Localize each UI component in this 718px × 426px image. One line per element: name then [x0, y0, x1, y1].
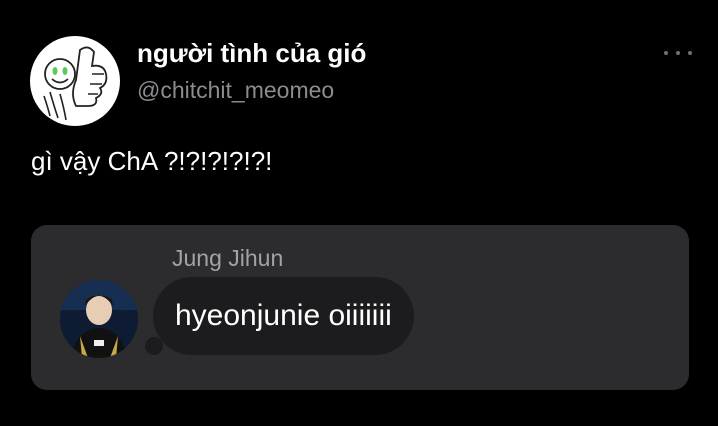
display-name[interactable]: người tình của gió [137, 38, 366, 69]
dot [676, 51, 680, 55]
user-handle[interactable]: @chitchit_meomeo [137, 77, 334, 104]
message-bubble: hyeonjunie oiiiiiii [153, 277, 414, 355]
dot [688, 51, 692, 55]
message-text: hyeonjunie oiiiiiii [175, 299, 392, 332]
more-options-icon[interactable] [664, 48, 692, 58]
sender-name: Jung Jihun [172, 245, 284, 271]
message-screenshot-card[interactable]: Jung Jihun hyeonjunie oiiiiiii [31, 225, 689, 390]
profile-avatar[interactable] [30, 36, 120, 126]
sender-photo-icon [60, 280, 138, 358]
dot [664, 51, 668, 55]
sender-avatar [60, 280, 138, 358]
doodle-avatar-icon [43, 46, 108, 121]
tweet-text: gì vậy ChA ?!?!?!?!?! [31, 146, 273, 176]
